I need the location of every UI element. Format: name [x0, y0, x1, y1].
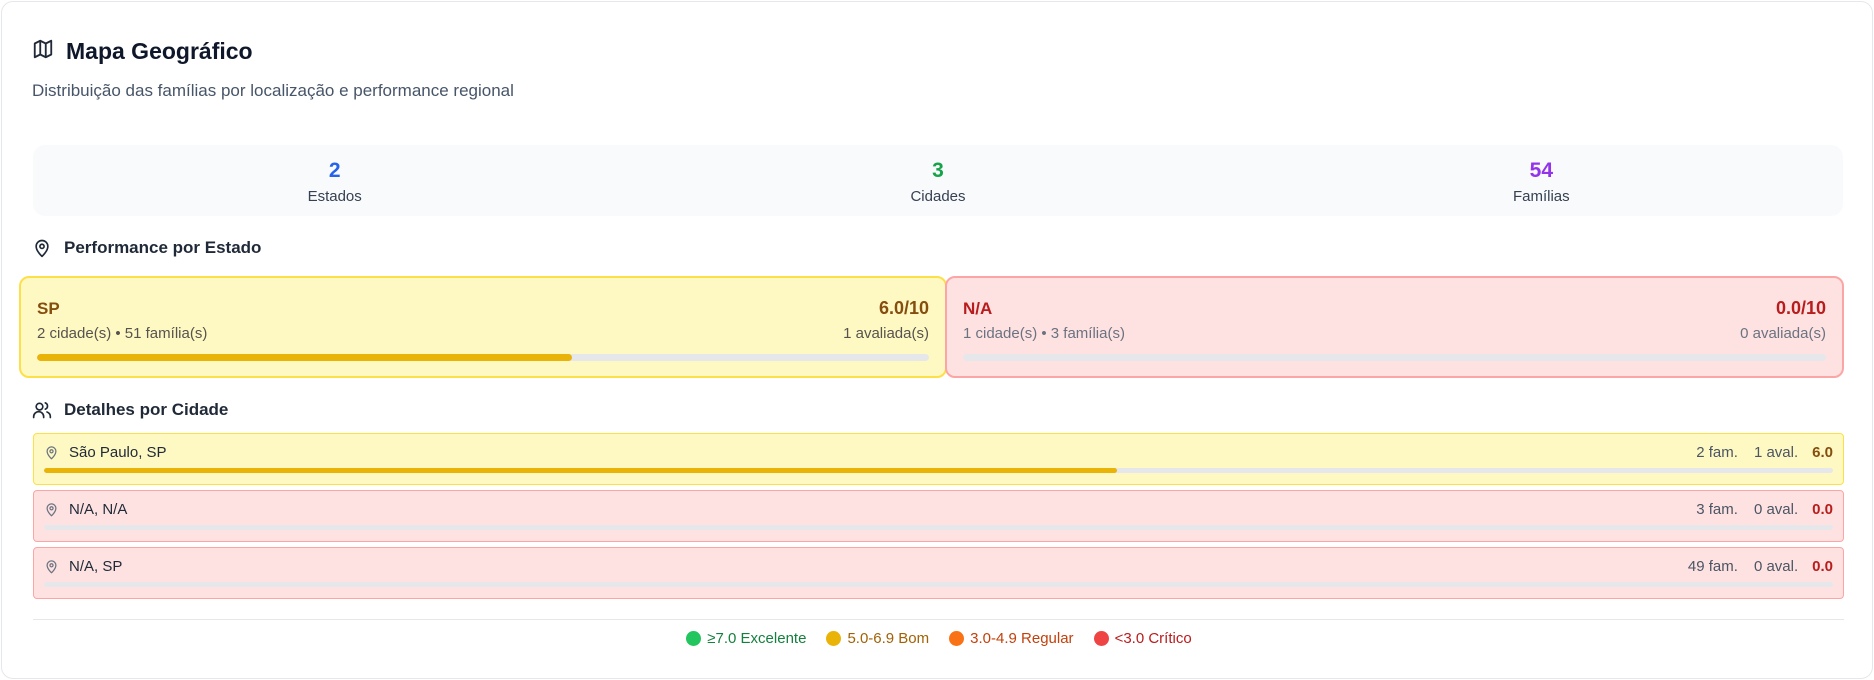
stat-value: 54 — [1529, 159, 1553, 182]
legend-divider — [33, 619, 1844, 620]
stat-value: 3 — [932, 159, 944, 182]
stat-cities: 3 Cidades — [636, 145, 1239, 216]
state-name: SP — [37, 299, 60, 318]
legend-dot — [949, 631, 965, 646]
city-progress-fill — [44, 468, 1118, 473]
city-row-na-sp[interactable]: N/A, SP 49 fam. 0 aval. 0.0 — [33, 547, 1844, 599]
stat-value: 2 — [328, 159, 341, 182]
state-evaluated: 1 avaliada(s) — [843, 325, 929, 342]
legend-label: 3.0-4.9 Regular — [970, 630, 1074, 647]
legend-item-good: 5.0-6.9 Bom — [826, 630, 929, 647]
map-pin-icon — [32, 238, 52, 258]
city-name: N/A, N/A — [69, 500, 128, 518]
city-score: 0.0 — [1812, 557, 1833, 575]
stat-label: Famílias — [1512, 188, 1570, 205]
city-name: N/A, SP — [69, 557, 123, 575]
stat-states: 2 Estados — [33, 145, 636, 216]
city-progress-track — [44, 468, 1833, 473]
legend-label: ≥7.0 Excelente — [707, 630, 807, 647]
state-card-sp[interactable]: SP 6.0/10 2 cidade(s) • 51 família(s) 1 … — [19, 276, 947, 378]
state-meta: 1 cidade(s) • 3 família(s) — [963, 325, 1125, 342]
map-icon — [32, 38, 54, 65]
legend-label: <3.0 Crítico — [1114, 630, 1192, 647]
title-row: Mapa Geográfico — [32, 38, 514, 65]
map-pin-icon — [44, 502, 59, 517]
city-families: 49 fam. — [1687, 557, 1738, 575]
city-progress-track — [44, 582, 1833, 587]
state-progress-fill — [37, 354, 573, 361]
legend-label: 5.0-6.9 Bom — [847, 630, 930, 647]
score-legend: ≥7.0 Excelente 5.0-6.9 Bom 3.0-4.9 Regul… — [2, 630, 1874, 647]
state-meta: 2 cidade(s) • 51 família(s) — [37, 325, 208, 342]
city-name: São Paulo, SP — [69, 443, 167, 461]
legend-item-excellent: ≥7.0 Excelente — [686, 630, 806, 647]
users-icon — [32, 400, 52, 420]
city-evaluated: 1 aval. — [1753, 443, 1799, 461]
page-title: Mapa Geográfico — [66, 38, 253, 64]
legend-item-critical: <3.0 Crítico — [1093, 630, 1192, 647]
city-score: 0.0 — [1812, 500, 1833, 518]
state-score: 6.0/10 — [878, 298, 929, 318]
legend-dot — [826, 631, 842, 646]
map-pin-icon — [44, 445, 59, 460]
card-header: Mapa Geográfico Distribuição das família… — [32, 38, 514, 101]
state-card-na[interactable]: N/A 0.0/10 1 cidade(s) • 3 família(s) 0 … — [945, 276, 1844, 378]
section-title: Performance por Estado — [64, 238, 262, 257]
stat-families: 54 Famílias — [1240, 145, 1843, 216]
legend-item-regular: 3.0-4.9 Regular — [949, 630, 1074, 647]
state-name: N/A — [963, 299, 993, 318]
city-families: 2 fam. — [1696, 443, 1738, 461]
city-progress-track — [44, 525, 1833, 530]
state-evaluated: 0 avaliada(s) — [1740, 325, 1826, 342]
geographic-map-card: Mapa Geográfico Distribuição das família… — [1, 1, 1873, 679]
section-title: Detalhes por Cidade — [64, 400, 229, 419]
state-score: 0.0/10 — [1775, 298, 1826, 318]
cities-section-heading: Detalhes por Cidade — [32, 400, 228, 420]
city-row-sao-paulo-sp[interactable]: São Paulo, SP 2 fam. 1 aval. 6.0 — [33, 433, 1844, 485]
states-section-heading: Performance por Estado — [32, 238, 261, 258]
page-subtitle: Distribuição das famílias por localizaçã… — [32, 81, 514, 100]
legend-dot — [1093, 631, 1109, 646]
city-evaluated: 0 aval. — [1753, 500, 1799, 518]
map-pin-icon — [44, 559, 59, 574]
state-progress-track — [37, 354, 929, 361]
summary-stats: 2 Estados 3 Cidades 54 Famílias — [33, 145, 1843, 216]
legend-dot — [686, 631, 702, 646]
city-families: 3 fam. — [1696, 500, 1738, 518]
city-score: 6.0 — [1812, 443, 1833, 461]
city-row-na-na[interactable]: N/A, N/A 3 fam. 0 aval. 0.0 — [33, 490, 1844, 542]
state-progress-track — [963, 354, 1826, 361]
stat-label: Cidades — [910, 188, 966, 205]
city-evaluated: 0 aval. — [1753, 557, 1799, 575]
stat-label: Estados — [307, 188, 362, 205]
